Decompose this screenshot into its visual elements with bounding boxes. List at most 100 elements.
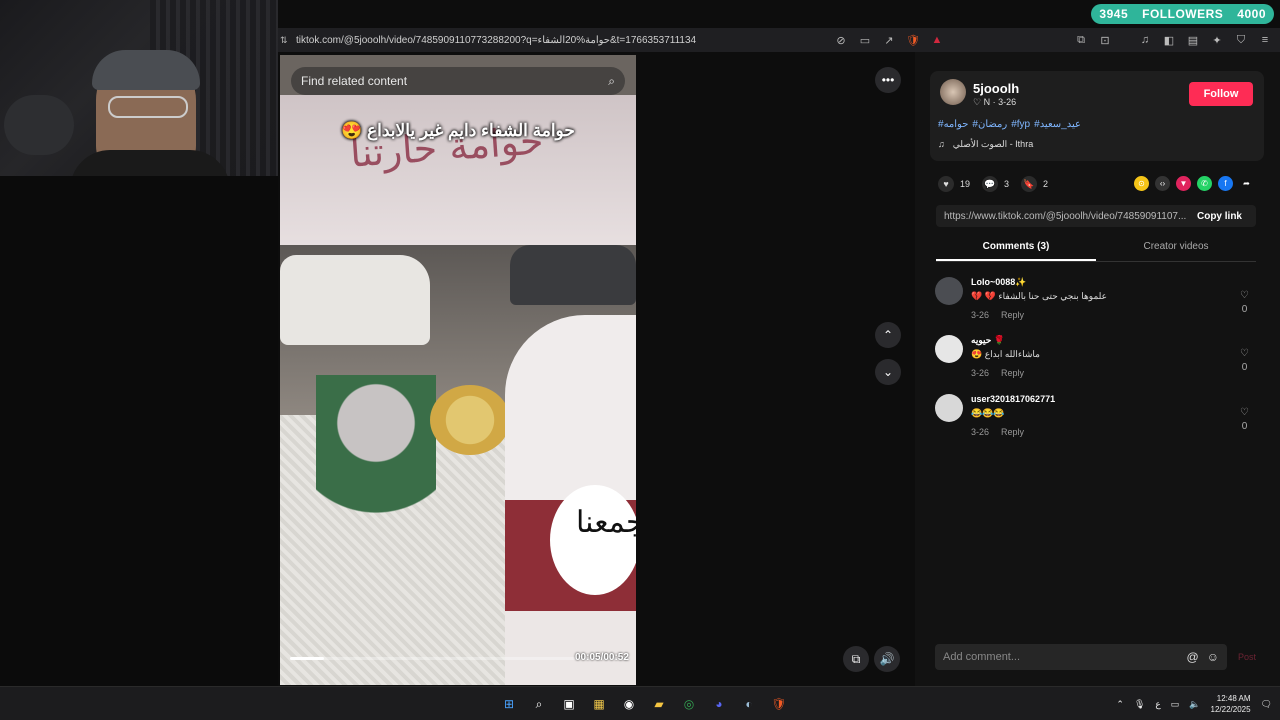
post-button[interactable]: Post bbox=[1238, 652, 1256, 662]
tray-chevron-icon[interactable]: ⌃ bbox=[1116, 699, 1124, 710]
comment-date: 3-26 bbox=[971, 310, 990, 320]
reader-off-icon[interactable]: ⊘ bbox=[834, 34, 848, 47]
video-link[interactable]: https://www.tiktok.com/@5jooolh/video/74… bbox=[944, 211, 1197, 222]
pip-button[interactable]: ⧉ bbox=[843, 646, 869, 672]
streamer-cap bbox=[92, 50, 200, 90]
steam-icon[interactable]: ◐ bbox=[738, 693, 760, 715]
url-field[interactable]: tiktok.com/@5jooolh/video/74859091107732… bbox=[296, 35, 834, 46]
microphone bbox=[4, 95, 74, 155]
coin-icon[interactable]: ⊙ bbox=[1134, 176, 1149, 191]
commenter-name[interactable]: user3201817062771 bbox=[971, 394, 1055, 404]
comment-item: حيويه 🌹 😍 ماشاءالله ابداع 3-26 Reply ♡ 0 bbox=[935, 335, 1255, 389]
comment-meta: 3-26 Reply bbox=[971, 310, 1024, 320]
sidebar-icon[interactable]: ◧ bbox=[1162, 34, 1176, 47]
send-icon[interactable]: ▼ bbox=[1176, 176, 1191, 191]
comment-action[interactable]: 💬 3 bbox=[982, 176, 1009, 192]
comment-like[interactable]: ♡ 0 bbox=[1240, 406, 1249, 434]
screenshot-icon[interactable]: ⊡ bbox=[1098, 34, 1112, 47]
speaker-icon[interactable]: 🔈 bbox=[1189, 699, 1200, 710]
reply-button[interactable]: Reply bbox=[1001, 427, 1024, 437]
clock-time: 12:48 AM bbox=[1216, 694, 1251, 703]
comment-like[interactable]: ♡ 0 bbox=[1240, 289, 1249, 317]
like-action[interactable]: ♥ 19 bbox=[938, 176, 970, 192]
clock[interactable]: 12:48 AM 12/22/2025 bbox=[1211, 693, 1251, 715]
clock-date: 12/22/2025 bbox=[1210, 705, 1251, 714]
network-icon[interactable]: ▭ bbox=[1171, 699, 1180, 710]
reply-button[interactable]: Reply bbox=[1001, 310, 1024, 320]
creator-avatar[interactable] bbox=[940, 79, 966, 105]
comment-text: 💔 💔 علموها بنجي حتى حنا بالشفاء bbox=[971, 291, 1107, 301]
windows-start-icon[interactable]: ⊞ bbox=[498, 693, 520, 715]
obs-icon[interactable]: ◉ bbox=[618, 693, 640, 715]
microphone-icon[interactable]: 🎙 bbox=[1134, 699, 1145, 710]
file-explorer-icon[interactable]: ▰ bbox=[648, 693, 670, 715]
hashtag[interactable]: #عيد_سعيد bbox=[1034, 119, 1081, 130]
comment-like[interactable]: ♡ 0 bbox=[1240, 347, 1249, 375]
task-view-icon[interactable]: ▣ bbox=[558, 693, 580, 715]
copy-link-button[interactable]: Copy link bbox=[1197, 211, 1242, 222]
video-player[interactable]: حوامة حارتنا تجمعنا حوامة الشفاء دايم غي… bbox=[280, 55, 636, 685]
commenter-avatar[interactable] bbox=[935, 394, 963, 422]
menu-icon[interactable]: ≡ bbox=[1258, 34, 1272, 47]
share-icon[interactable]: ↗ bbox=[882, 34, 896, 47]
music-icon[interactable]: ♫ bbox=[1138, 34, 1152, 47]
reply-button[interactable]: Reply bbox=[1001, 368, 1024, 378]
comment-icon: 💬 bbox=[982, 176, 999, 192]
commenter-avatar[interactable] bbox=[935, 277, 963, 305]
follow-button[interactable]: Follow bbox=[1189, 82, 1253, 106]
brave-shield-icon[interactable]: 🛡 bbox=[906, 34, 920, 47]
chrome-icon[interactable]: ◎ bbox=[678, 693, 700, 715]
save-action[interactable]: 🔖 2 bbox=[1021, 176, 1048, 192]
brave-rewards-icon[interactable]: ▲ bbox=[930, 34, 944, 47]
related-search-input[interactable]: Find related content ⌕ bbox=[291, 67, 625, 95]
comment-text: 😍 ماشاءالله ابداع bbox=[971, 349, 1040, 359]
mention-icon[interactable]: @ bbox=[1187, 650, 1199, 664]
previous-video-button[interactable]: ⌃ bbox=[875, 322, 901, 348]
emoji-icon[interactable]: ☺ bbox=[1207, 650, 1219, 664]
vpn-icon[interactable]: ⛉ bbox=[1234, 34, 1248, 47]
store-icon[interactable]: ▦ bbox=[588, 693, 610, 715]
music-title: الصوت الأصلي - Ithra bbox=[952, 139, 1034, 149]
hashtag[interactable]: #حوامه bbox=[938, 119, 968, 130]
language-indicator[interactable]: ع bbox=[1155, 699, 1160, 710]
tv-icon[interactable]: ▭ bbox=[858, 34, 872, 47]
hashtags: #حوامه #رمضان #fyp #عيد_سعيد bbox=[938, 119, 1081, 130]
tab-comments[interactable]: Comments (3) bbox=[936, 236, 1096, 261]
tab-creator-videos[interactable]: Creator videos bbox=[1096, 236, 1256, 261]
comment-meta: 3-26 Reply bbox=[971, 368, 1024, 378]
heart-outline-icon: ♡ bbox=[1240, 290, 1249, 301]
leo-icon[interactable]: ✦ bbox=[1210, 34, 1224, 47]
more-options-button[interactable]: ••• bbox=[875, 67, 901, 93]
music-info[interactable]: ♫ الصوت الأصلي - Ithra bbox=[938, 139, 1033, 150]
followers-goal-badge: 3945 FOLLOWERS 4000 bbox=[1091, 4, 1274, 24]
wallet-icon[interactable]: ▤ bbox=[1186, 34, 1200, 47]
commenter-avatar[interactable] bbox=[935, 335, 963, 363]
comment-input[interactable]: Add comment... @ ☺ bbox=[935, 644, 1227, 670]
share-arrow-icon[interactable]: ➦ bbox=[1239, 176, 1254, 191]
video-time: 00:05/00:52 bbox=[575, 652, 629, 663]
engagement-actions: ♥ 19 💬 3 🔖 2 bbox=[938, 176, 1048, 192]
video-tray bbox=[430, 385, 510, 455]
facebook-icon[interactable]: f bbox=[1218, 176, 1233, 191]
search-icon[interactable]: ⌕ bbox=[608, 74, 615, 89]
extensions-icon[interactable]: ⧉ bbox=[1074, 34, 1088, 47]
volume-icon: 🔊 bbox=[879, 652, 895, 666]
creator-username[interactable]: 5jooolh bbox=[973, 81, 1019, 96]
webcam-overlay bbox=[0, 0, 278, 176]
hashtag[interactable]: #fyp bbox=[1011, 119, 1030, 130]
next-video-button[interactable]: ⌄ bbox=[875, 359, 901, 385]
discord-icon[interactable]: ◕ bbox=[708, 693, 730, 715]
brave-browser-icon[interactable]: 🛡 bbox=[768, 693, 790, 715]
embed-icon[interactable]: ‹› bbox=[1155, 176, 1170, 191]
commenter-name[interactable]: Lolo~0088✨ bbox=[971, 277, 1026, 288]
notification-icon[interactable]: 🗨 bbox=[1261, 699, 1272, 710]
comment-like-count: 0 bbox=[1241, 421, 1248, 432]
hashtag[interactable]: #رمضان bbox=[972, 119, 1007, 130]
like-count: 19 bbox=[960, 179, 971, 189]
site-info-icon[interactable]: ⇅ bbox=[280, 35, 288, 46]
volume-button[interactable]: 🔊 bbox=[874, 646, 900, 672]
search-icon[interactable]: ⌕ bbox=[528, 693, 550, 715]
commenter-name[interactable]: حيويه 🌹 bbox=[971, 335, 1005, 346]
comment-text: 😂😂😂 bbox=[971, 408, 1005, 418]
whatsapp-icon[interactable]: ✆ bbox=[1197, 176, 1212, 191]
